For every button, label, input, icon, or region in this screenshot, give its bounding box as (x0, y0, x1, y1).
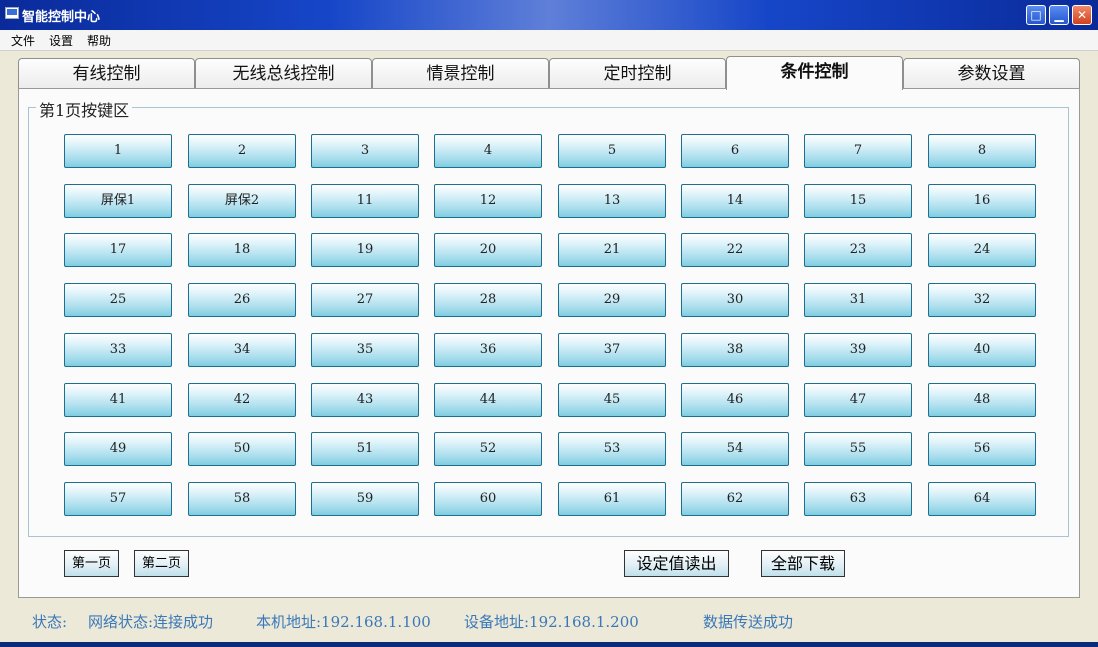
key-button-51[interactable]: 51 (311, 432, 419, 466)
key-button-39[interactable]: 39 (804, 333, 912, 367)
key-button-6[interactable]: 6 (681, 134, 789, 168)
second-page-button[interactable]: 第二页 (134, 550, 189, 577)
minimize-button[interactable]: ▁ (1049, 5, 1069, 25)
close-button[interactable]: ✕ (1072, 5, 1092, 25)
key-button-10[interactable]: 屏保2 (188, 184, 296, 218)
tab-scene-control[interactable]: 情景控制 (372, 58, 549, 89)
key-button-57[interactable]: 57 (64, 482, 172, 516)
key-button-4[interactable]: 4 (434, 134, 542, 168)
window-title: 智能控制中心 (22, 10, 101, 25)
app-window: 智能控制中心 □ ▁ ✕ 文件 设置 帮助 有线控制 无线总线控制 情景控制 定… (0, 0, 1098, 647)
key-button-61[interactable]: 61 (558, 482, 666, 516)
tab-parameter-settings[interactable]: 参数设置 (903, 58, 1080, 89)
read-settings-button[interactable]: 设定值读出 (624, 550, 729, 577)
key-button-44[interactable]: 44 (434, 383, 542, 417)
title-bar[interactable]: 智能控制中心 □ ▁ ✕ (0, 0, 1098, 30)
key-button-56[interactable]: 56 (928, 432, 1036, 466)
key-button-18[interactable]: 18 (188, 233, 296, 267)
key-button-50[interactable]: 50 (188, 432, 296, 466)
menu-bar: 文件 设置 帮助 (0, 30, 1098, 51)
key-button-64[interactable]: 64 (928, 482, 1036, 516)
key-button-55[interactable]: 55 (804, 432, 912, 466)
key-button-5[interactable]: 5 (558, 134, 666, 168)
group-title: 第1页按键区 (36, 97, 133, 121)
key-button-38[interactable]: 38 (681, 333, 789, 367)
key-button-8[interactable]: 8 (928, 134, 1036, 168)
tab-condition-control[interactable]: 条件控制 (726, 56, 903, 90)
key-button-32[interactable]: 32 (928, 283, 1036, 317)
key-button-24[interactable]: 24 (928, 233, 1036, 267)
key-button-33[interactable]: 33 (64, 333, 172, 367)
tab-wireless-bus-control[interactable]: 无线总线控制 (195, 58, 372, 89)
key-button-63[interactable]: 63 (804, 482, 912, 516)
tab-wired-control[interactable]: 有线控制 (18, 58, 195, 89)
key-button-45[interactable]: 45 (558, 383, 666, 417)
key-button-42[interactable]: 42 (188, 383, 296, 417)
key-button-35[interactable]: 35 (311, 333, 419, 367)
menu-settings[interactable]: 设置 (49, 32, 73, 49)
key-button-14[interactable]: 14 (681, 184, 789, 218)
network-status: 网络状态:连接成功 (88, 613, 214, 631)
key-button-31[interactable]: 31 (804, 283, 912, 317)
key-button-27[interactable]: 27 (311, 283, 419, 317)
key-button-36[interactable]: 36 (434, 333, 542, 367)
device-address: 设备地址:192.168.1.200 (464, 613, 639, 631)
key-button-52[interactable]: 52 (434, 432, 542, 466)
key-button-54[interactable]: 54 (681, 432, 789, 466)
key-button-58[interactable]: 58 (188, 482, 296, 516)
local-address: 本机地址:192.168.1.100 (256, 613, 431, 631)
key-button-60[interactable]: 60 (434, 482, 542, 516)
key-button-41[interactable]: 41 (64, 383, 172, 417)
key-button-25[interactable]: 25 (64, 283, 172, 317)
key-button-29[interactable]: 29 (558, 283, 666, 317)
key-button-21[interactable]: 21 (558, 233, 666, 267)
key-button-12[interactable]: 12 (434, 184, 542, 218)
key-button-13[interactable]: 13 (558, 184, 666, 218)
key-button-15[interactable]: 15 (804, 184, 912, 218)
menu-file[interactable]: 文件 (11, 32, 35, 49)
key-button-22[interactable]: 22 (681, 233, 789, 267)
key-button-3[interactable]: 3 (311, 134, 419, 168)
key-button-20[interactable]: 20 (434, 233, 542, 267)
key-button-23[interactable]: 23 (804, 233, 912, 267)
first-page-button[interactable]: 第一页 (64, 550, 119, 577)
tab-timer-control[interactable]: 定时控制 (549, 58, 726, 89)
key-button-43[interactable]: 43 (311, 383, 419, 417)
key-button-16[interactable]: 16 (928, 184, 1036, 218)
key-button-9[interactable]: 屏保1 (64, 184, 172, 218)
key-group (28, 107, 1069, 537)
key-button-28[interactable]: 28 (434, 283, 542, 317)
maximize-button[interactable]: □ (1026, 5, 1046, 25)
key-button-37[interactable]: 37 (558, 333, 666, 367)
key-button-49[interactable]: 49 (64, 432, 172, 466)
key-button-26[interactable]: 26 (188, 283, 296, 317)
key-button-40[interactable]: 40 (928, 333, 1036, 367)
key-button-30[interactable]: 30 (681, 283, 789, 317)
key-button-1[interactable]: 1 (64, 134, 172, 168)
monitor-icon (5, 7, 19, 19)
key-button-11[interactable]: 11 (311, 184, 419, 218)
key-button-48[interactable]: 48 (928, 383, 1036, 417)
status-label: 状态: (32, 613, 68, 631)
key-button-2[interactable]: 2 (188, 134, 296, 168)
key-button-47[interactable]: 47 (804, 383, 912, 417)
transfer-status: 数据传送成功 (703, 613, 794, 631)
key-button-53[interactable]: 53 (558, 432, 666, 466)
menu-help[interactable]: 帮助 (87, 32, 111, 49)
key-button-46[interactable]: 46 (681, 383, 789, 417)
key-button-17[interactable]: 17 (64, 233, 172, 267)
key-button-19[interactable]: 19 (311, 233, 419, 267)
key-button-59[interactable]: 59 (311, 482, 419, 516)
key-button-34[interactable]: 34 (188, 333, 296, 367)
key-button-62[interactable]: 62 (681, 482, 789, 516)
download-all-button[interactable]: 全部下载 (761, 550, 845, 577)
window-frame-bottom (0, 642, 1098, 647)
key-button-7[interactable]: 7 (804, 134, 912, 168)
